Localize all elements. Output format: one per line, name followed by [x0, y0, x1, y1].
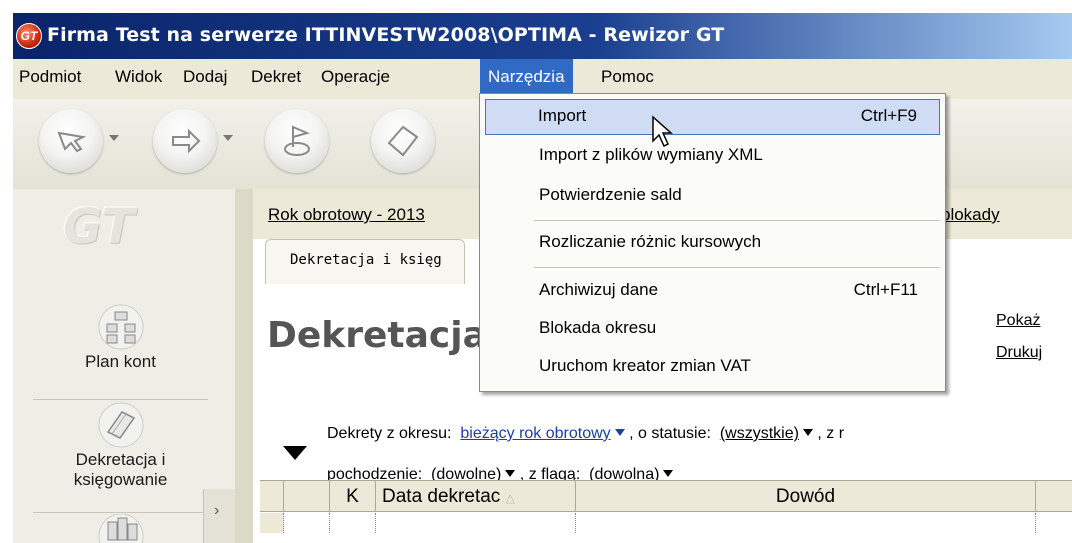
table-cell: [284, 513, 330, 533]
app-logo-icon: GT: [16, 23, 42, 49]
menu-narzedzia[interactable]: Narzędzia: [480, 59, 573, 95]
row-indicator: [260, 513, 284, 533]
status-filter-dropdown[interactable]: (wszystkie): [720, 425, 799, 442]
navigate-back-button[interactable]: [39, 109, 103, 173]
menu-item-shortcut: Ctrl+F11: [853, 280, 918, 299]
menu-item-label: Potwierdzenie sald: [539, 185, 682, 204]
column-header-label: Data dekretac: [382, 486, 501, 507]
side-item-plan-kont[interactable]: Plan kont: [13, 304, 228, 372]
period-filter-dropdown[interactable]: bieżący rok obrotowy: [460, 425, 610, 442]
dropdown-arrow-icon[interactable]: [109, 135, 119, 141]
chevron-down-icon[interactable]: [663, 470, 674, 477]
chevron-right-icon: ›: [214, 502, 220, 519]
menu-podmiot[interactable]: Podmiot: [13, 59, 87, 95]
menu-item-potwierdzenie-sald[interactable]: Potwierdzenie sald: [485, 179, 940, 215]
menu-item-import[interactable]: Import Ctrl+F9: [485, 99, 940, 135]
flag-button[interactable]: [265, 109, 329, 173]
grid-header: K Data dekretac △ Dowód: [260, 480, 1072, 512]
menu-dekret[interactable]: Dekret: [245, 59, 307, 95]
chevron-down-icon[interactable]: [614, 429, 625, 436]
screenshot-frame: GT Firma Test na serwerze ITTINVESTW2008…: [0, 0, 1072, 543]
menu-separator: [534, 267, 940, 268]
navigate-forward-button[interactable]: [153, 109, 217, 173]
menu-item-archiwizuj[interactable]: Archiwizuj dane Ctrl+F11: [485, 274, 940, 310]
pokaz-link[interactable]: Pokaż: [996, 312, 1040, 330]
menu-item-rozliczanie[interactable]: Rozliczanie różnic kursowych: [485, 226, 940, 262]
chevron-down-icon[interactable]: [505, 470, 516, 477]
panel-splitter[interactable]: [235, 189, 255, 543]
divider: [33, 512, 208, 513]
tab-dekretacja[interactable]: Dekretacja i księg: [265, 239, 465, 284]
sort-ascending-icon: △: [505, 491, 515, 505]
table-row[interactable]: [260, 513, 1072, 543]
table-cell: [330, 513, 376, 533]
document-icon: [387, 125, 419, 157]
menu-item-label: Uruchom kreator zmian VAT: [539, 356, 751, 375]
filter-label: Dekrety z okresu:: [327, 425, 452, 442]
filter-label: , o statusie:: [629, 425, 711, 442]
title-bar: GT Firma Test na serwerze ITTINVESTW2008…: [13, 13, 1072, 59]
tab-label: Dekretacja i księg: [290, 252, 442, 268]
filter-label: , z r: [817, 425, 845, 442]
menu-item-blokada-okresu[interactable]: Blokada okresu: [485, 312, 940, 348]
collapse-panel-button[interactable]: ›: [203, 489, 236, 543]
gt-logo: GT: [63, 199, 135, 255]
menu-dodaj[interactable]: Dodaj: [177, 59, 233, 95]
column-header-data[interactable]: Data dekretac △: [376, 481, 576, 512]
menu-item-shortcut: Ctrl+F9: [860, 106, 917, 125]
document-button[interactable]: [371, 109, 435, 173]
menu-item-import-xml[interactable]: Import z plików wymiany XML: [485, 139, 940, 175]
row-indicator-header: [260, 481, 284, 512]
menu-operacje[interactable]: Operacje: [315, 59, 396, 95]
posting-icon: [98, 402, 143, 448]
fiscal-year-link[interactable]: Rok obrotowy - 2013: [268, 205, 425, 225]
column-header-k[interactable]: K: [330, 481, 376, 512]
column-header-dowod[interactable]: Dowód: [576, 481, 1036, 512]
cursor-arrow-icon: [57, 131, 87, 153]
menu-item-label: Archiwizuj dane: [539, 280, 659, 299]
flag-disk-icon: [284, 125, 310, 156]
menu-widok[interactable]: Widok: [109, 59, 168, 95]
grid-header-spacer: [284, 481, 330, 512]
side-item-label: Plan kont: [85, 352, 156, 371]
filter-period-row: Dekrety z okresu: bieżący rok obrotowy ,…: [327, 425, 844, 443]
mouse-pointer-icon: [652, 115, 673, 148]
narzedzia-dropdown-menu: Import Ctrl+F9 Import z plików wymiany X…: [479, 93, 946, 392]
chart-of-accounts-icon: [98, 304, 143, 350]
coins-icon: [98, 514, 143, 543]
side-item-coins[interactable]: [13, 514, 228, 543]
menu-item-label: Import: [538, 106, 587, 125]
menu-item-kreator-vat[interactable]: Uruchom kreator zmian VAT: [485, 350, 940, 386]
menu-separator: [534, 220, 940, 221]
menu-item-label: Rozliczanie różnic kursowych: [539, 232, 762, 251]
side-item-dekretacja[interactable]: Dekretacja i księgowanie: [13, 402, 228, 490]
chevron-down-icon[interactable]: [802, 429, 813, 436]
side-item-label: Dekretacja i księgowanie: [73, 450, 168, 489]
dropdown-arrow-icon[interactable]: [223, 135, 233, 141]
divider: [33, 399, 208, 400]
menu-item-label: Blokada okresu: [539, 318, 657, 337]
filter-collapse-icon[interactable]: [283, 446, 307, 460]
table-cell: [376, 513, 576, 533]
forward-arrow-icon: [172, 128, 201, 154]
drukuj-link[interactable]: Drukuj: [996, 344, 1042, 362]
table-cell: [576, 513, 1036, 533]
page-title: Dekretacja: [267, 315, 487, 356]
window-title: Firma Test na serwerze ITTINVESTW2008\OP…: [47, 24, 725, 46]
blokady-link[interactable]: blokady: [941, 205, 1000, 225]
menu-pomoc[interactable]: Pomoc: [595, 59, 660, 95]
